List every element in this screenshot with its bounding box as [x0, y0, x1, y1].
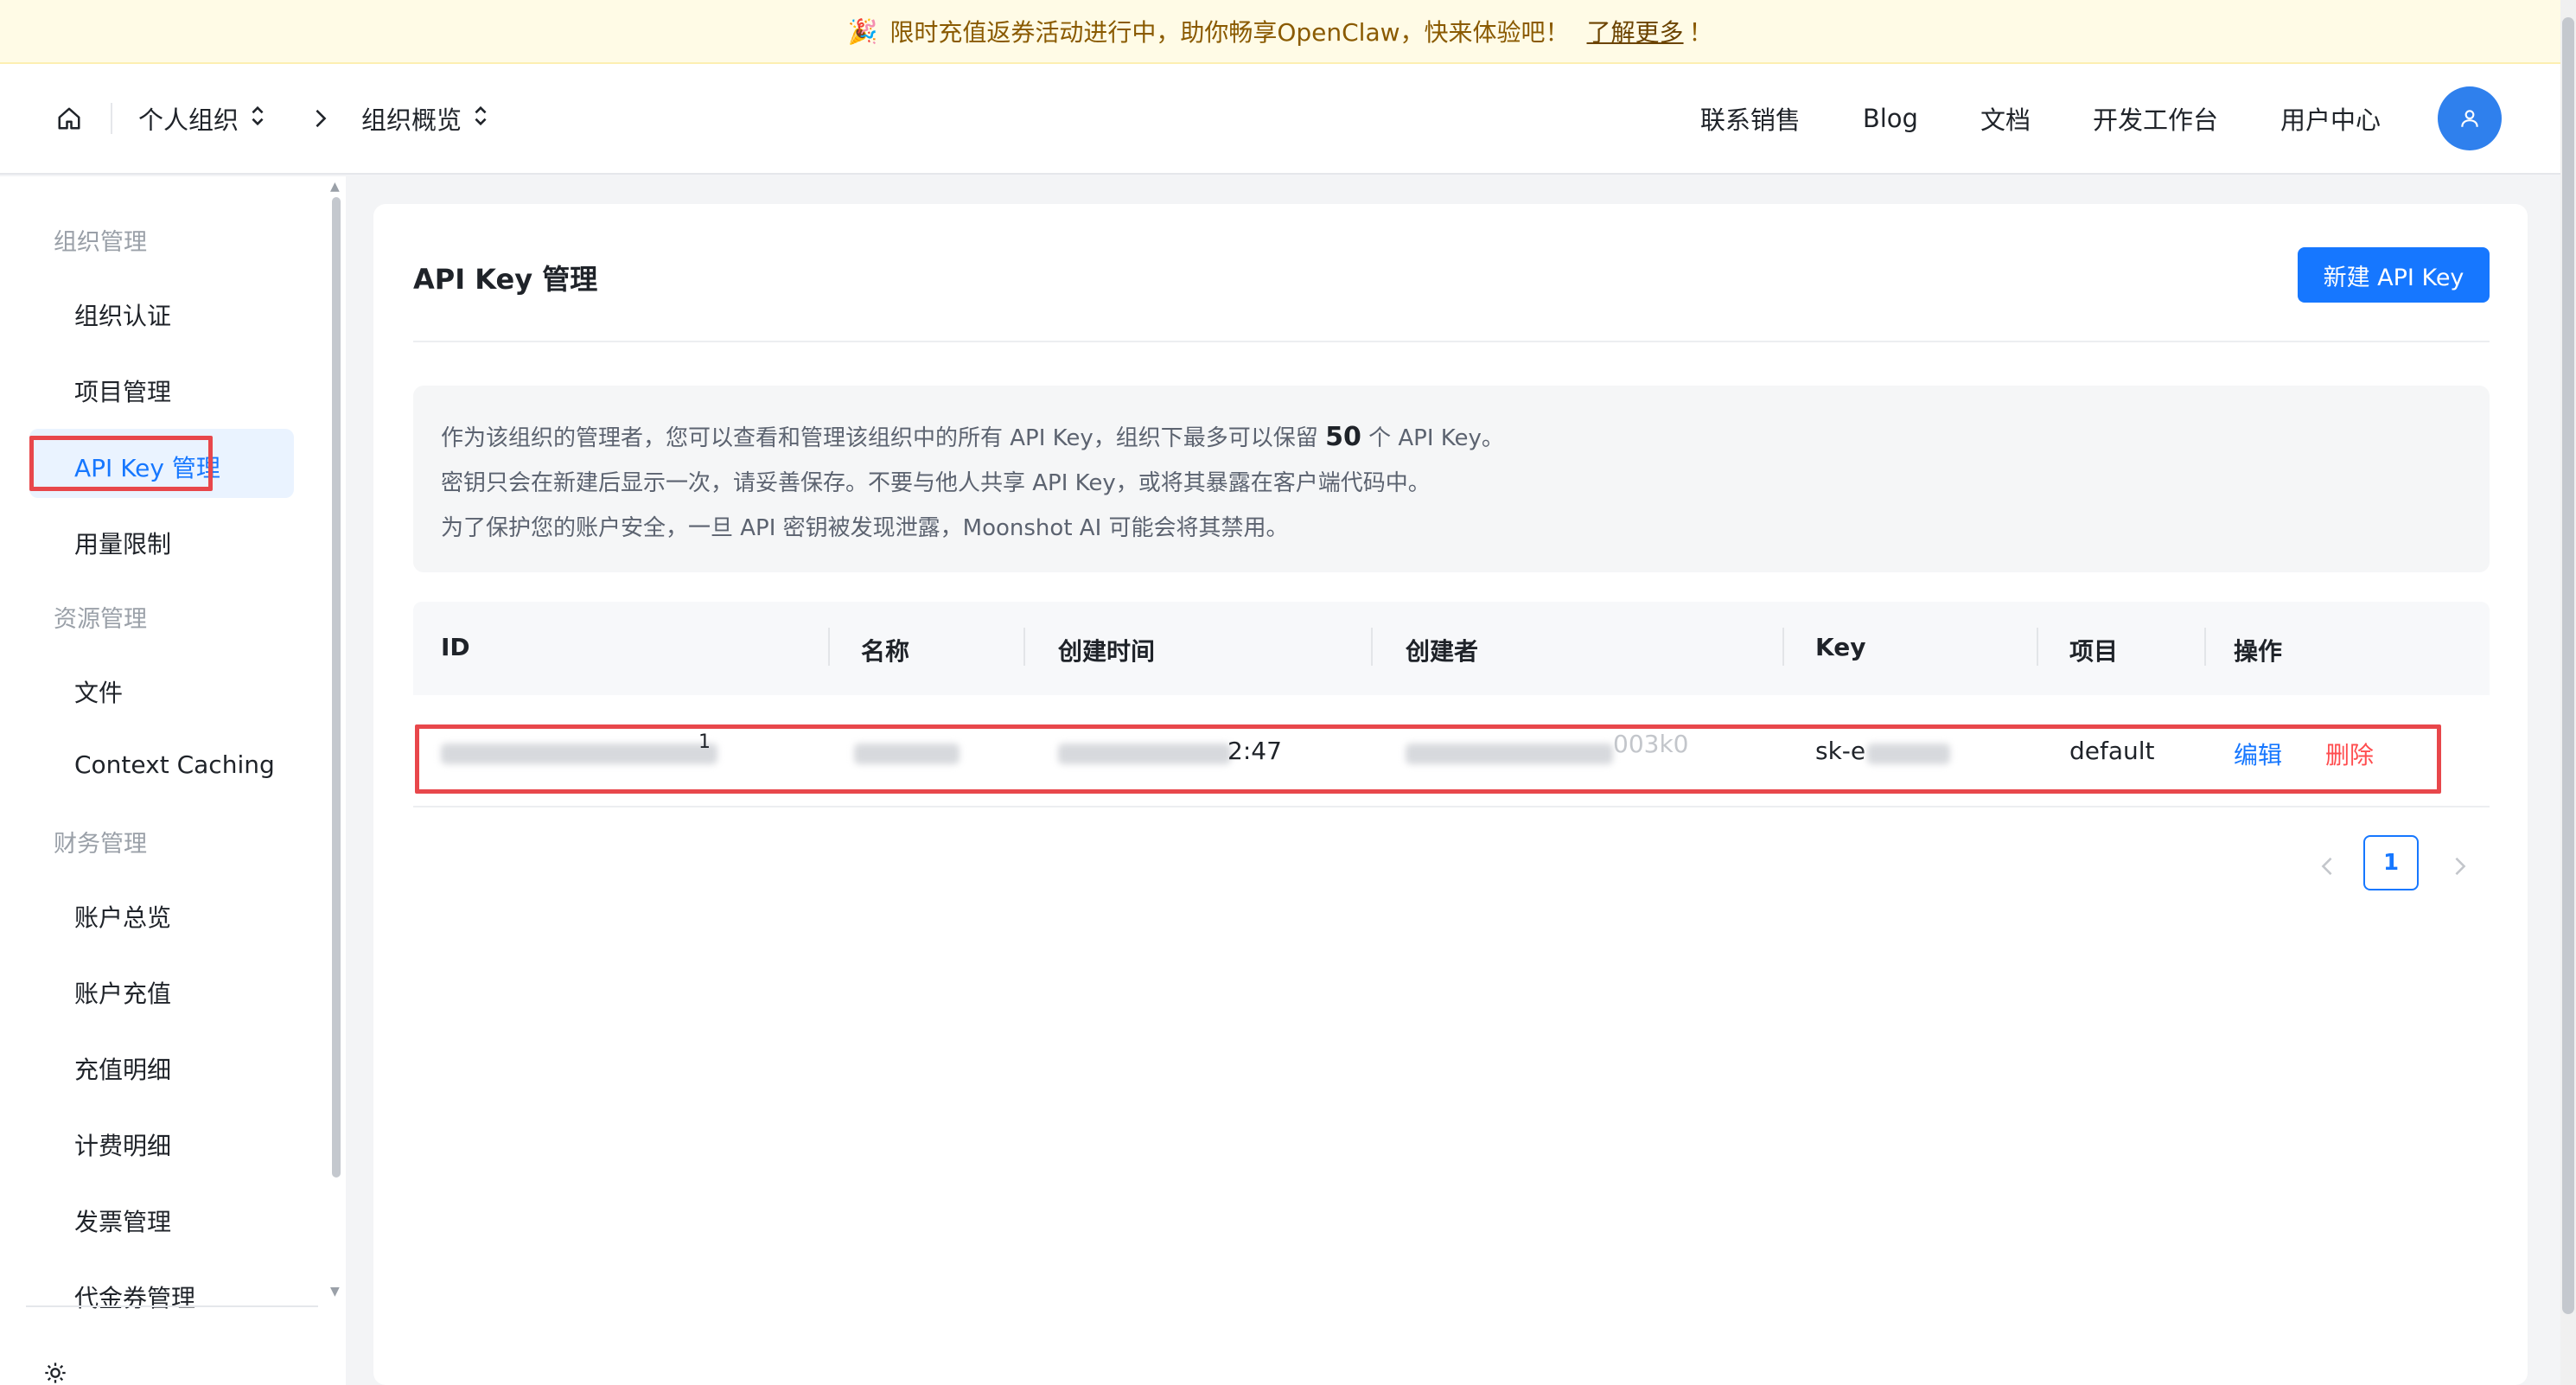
new-api-key-button[interactable]: 新建 API Key — [2298, 247, 2490, 303]
col-actions: 操作 — [2234, 637, 2283, 666]
table-header: ID 名称 创建时间 创建者 Key 项目 操作 — [413, 602, 2490, 695]
scroll-down-arrow-icon[interactable]: ▼ — [330, 1285, 340, 1299]
col-separator — [1023, 628, 1025, 666]
sidebar-item-org-verification[interactable]: 组织认证 — [74, 297, 171, 332]
col-separator — [1371, 628, 1373, 666]
pagination-next-icon[interactable] — [2443, 849, 2477, 884]
main-card: API Key 管理 新建 API Key 作为该组织的管理者，您可以查看和管理… — [373, 204, 2528, 1385]
sun-icon[interactable] — [43, 1361, 67, 1385]
nav-dev-workbench[interactable]: 开发工作台 — [2093, 100, 2218, 137]
info-notice: 作为该组织的管理者，您可以查看和管理该组织中的所有 API Key，组织下最多可… — [413, 386, 2490, 572]
notice-line-2: 密钥只会在新建后显示一次，请妥善保存。不要与他人共享 API Key，或将其暴露… — [441, 470, 1431, 496]
page-title: API Key 管理 — [413, 263, 598, 296]
sidebar-item-vouchers[interactable]: 代金券管理 — [74, 1280, 195, 1314]
notice-line-3: 为了保护您的账户安全，一旦 API 密钥被发现泄露，Moonshot AI 可能… — [441, 515, 1289, 541]
notice-line-1: 作为该组织的管理者，您可以查看和管理该组织中的所有 API Key，组织下最多可… — [441, 422, 1504, 452]
party-popper-icon: 🎉 — [847, 16, 878, 46]
user-icon — [2461, 110, 2478, 127]
annotation-box-sidebar — [29, 436, 213, 491]
header-nav: 联系销售 Blog 文档 开发工作台 用户中心 — [1638, 86, 2560, 150]
page-selector[interactable]: 组织概览 — [361, 100, 489, 137]
chevron-updown-icon — [472, 104, 489, 133]
org-selector[interactable]: 个人组织 — [138, 100, 266, 137]
org-selector-label: 个人组织 — [138, 105, 239, 135]
sidebar-group-finance: 财务管理 — [54, 831, 147, 858]
col-created-time: 创建时间 — [1058, 637, 1156, 666]
col-separator — [2204, 628, 2206, 666]
sidebar-divider — [26, 1305, 318, 1307]
pagination-page-1[interactable]: 1 — [2363, 835, 2419, 890]
max-keys-count: 50 — [1325, 422, 1361, 452]
col-id: ID — [441, 633, 470, 661]
chevron-updown-icon — [249, 104, 266, 133]
banner-learn-more-link[interactable]: 了解更多 — [1587, 14, 1684, 48]
sidebar-item-usage-limits[interactable]: 用量限制 — [74, 526, 171, 560]
sidebar-group-resources: 资源管理 — [54, 606, 147, 633]
nav-user-center[interactable]: 用户中心 — [2280, 100, 2381, 137]
col-separator — [1782, 628, 1784, 666]
annotation-box-row — [415, 724, 2441, 794]
page-selector-label: 组织概览 — [361, 105, 462, 135]
nav-contact-sales[interactable]: 联系销售 — [1700, 100, 1801, 137]
header-divider — [111, 103, 112, 134]
chevron-right-icon — [315, 109, 327, 128]
page-scrollbar-thumb[interactable] — [2562, 17, 2574, 1314]
col-key: Key — [1815, 633, 1866, 661]
scroll-up-arrow-icon[interactable]: ▲ — [330, 180, 340, 194]
col-name: 名称 — [861, 637, 910, 666]
col-creator: 创建者 — [1406, 637, 1479, 666]
col-separator — [828, 628, 830, 666]
sidebar-item-recharge-details[interactable]: 充值明细 — [74, 1051, 171, 1086]
sidebar: 组织管理 组织认证 项目管理 API Key 管理 用量限制 资源管理 文件 C… — [0, 176, 346, 1385]
sidebar-item-invoices[interactable]: 发票管理 — [74, 1203, 171, 1238]
banner-suffix: ！ — [1688, 18, 1713, 47]
nav-blog[interactable]: Blog — [1863, 104, 1918, 133]
sidebar-item-files[interactable]: 文件 — [74, 674, 123, 709]
avatar[interactable] — [2438, 86, 2502, 150]
col-project: 项目 — [2069, 637, 2119, 666]
nav-docs[interactable]: 文档 — [1980, 100, 2031, 137]
sidebar-item-account-overview[interactable]: 账户总览 — [74, 899, 171, 934]
sidebar-item-context-caching[interactable]: Context Caching — [74, 750, 275, 779]
top-header: 个人组织 组织概览 联系销售 Blog 文档 开发工作台 用户中心 — [0, 64, 2560, 175]
sidebar-item-recharge[interactable]: 账户充值 — [74, 975, 171, 1010]
row-divider — [413, 806, 2490, 807]
pagination-prev-icon[interactable] — [2310, 849, 2344, 884]
sidebar-item-projects[interactable]: 项目管理 — [74, 373, 171, 408]
sidebar-group-org: 组织管理 — [54, 229, 147, 256]
sidebar-item-billing-details[interactable]: 计费明细 — [74, 1127, 171, 1162]
sidebar-scrollbar-thumb[interactable] — [332, 197, 341, 1178]
promo-banner: 🎉 限时充值返券活动进行中，助你畅享OpenClaw，快来体验吧！ 了解更多 ！ — [0, 0, 2560, 64]
banner-text: 限时充值返券活动进行中，助你畅享OpenClaw，快来体验吧！ — [889, 18, 1570, 47]
col-separator — [2037, 628, 2038, 666]
home-icon[interactable] — [54, 103, 85, 134]
title-divider — [413, 341, 2490, 342]
